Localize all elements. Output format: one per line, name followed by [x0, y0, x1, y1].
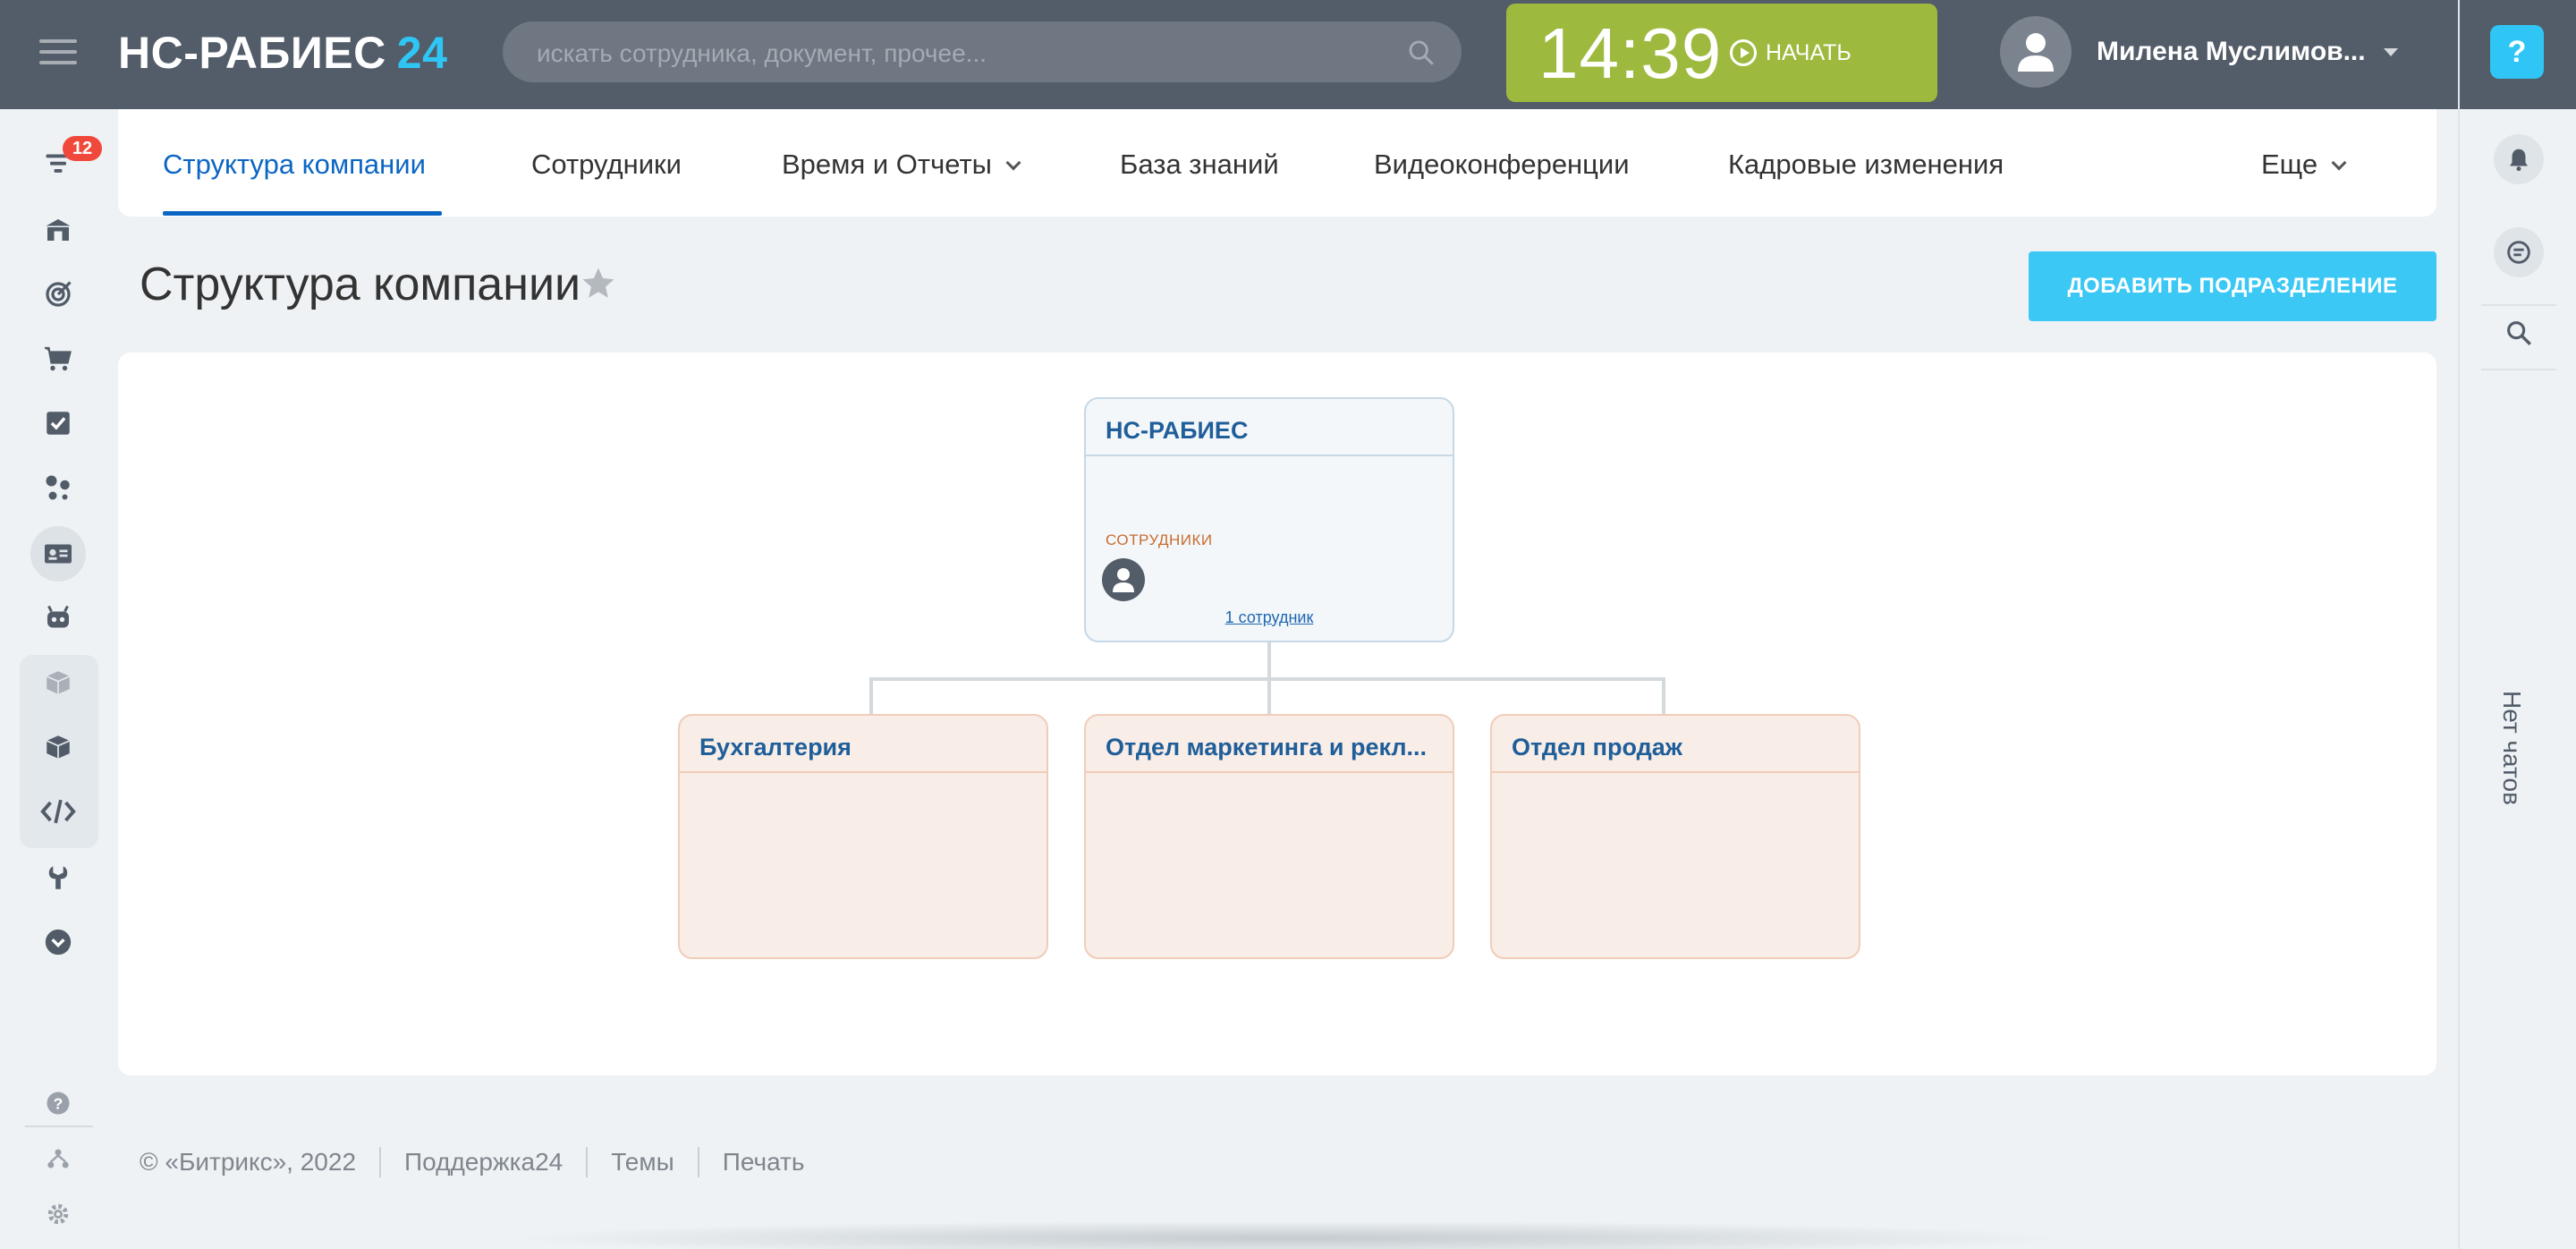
active-tab-indicator	[163, 211, 442, 216]
tab-hr-changes[interactable]: Кадровые изменения	[1728, 149, 2004, 181]
user-menu[interactable]: Милена Муслимов...	[2000, 16, 2398, 88]
copyright: © «Битрикс», 2022	[140, 1148, 357, 1176]
top-header: НС-РАБИЕС 24 искать сотрудника, документ,…	[0, 0, 2576, 109]
department-card-root[interactable]: НС-РАБИЕС СОТРУДНИКИ 1 сотрудник	[1084, 397, 1454, 642]
star-icon[interactable]	[580, 265, 617, 302]
box-dark-icon[interactable]	[30, 719, 86, 775]
department-card[interactable]: Отдел продаж	[1490, 714, 1860, 959]
bank-icon[interactable]	[30, 202, 86, 258]
sitemap-icon[interactable]	[30, 1131, 86, 1186]
connector-line	[1267, 677, 1271, 715]
divider	[379, 1147, 382, 1177]
cart-icon[interactable]	[30, 331, 86, 387]
user-name: Милена Муслимов...	[2097, 37, 2366, 66]
right-panel	[2458, 0, 2576, 1249]
question-icon[interactable]: ?	[30, 1075, 86, 1131]
bell-icon[interactable]	[2494, 134, 2544, 184]
tab-knowledge-base[interactable]: База знаний	[1120, 149, 1279, 181]
department-title[interactable]: Отдел маркетинга и рекл...	[1106, 734, 1436, 761]
robot-icon[interactable]	[30, 591, 86, 646]
chat-search-icon[interactable]	[2494, 227, 2544, 277]
notification-badge: 12	[63, 136, 102, 161]
bottom-shadow	[501, 1220, 2075, 1249]
avatar	[2000, 16, 2072, 88]
search-input[interactable]: искать сотрудника, документ, прочее...	[503, 21, 1462, 82]
employee-avatar[interactable]	[1102, 558, 1145, 601]
print-link[interactable]: Печать	[723, 1148, 805, 1177]
divider	[2481, 369, 2556, 370]
code-icon[interactable]	[30, 784, 86, 839]
connector-line	[1267, 641, 1271, 680]
footer: © «Битрикс», 2022 Поддержка24 Темы Печат…	[140, 1147, 804, 1177]
start-workday-button[interactable]: НАЧАТЬ	[1730, 39, 1852, 66]
divider	[2481, 304, 2556, 306]
divider	[1492, 771, 1859, 773]
top-tabs: Структура компании Сотрудники Время и От…	[118, 109, 2436, 217]
tab-time-reports-label: Время и Отчеты	[782, 149, 992, 180]
themes-link[interactable]: Темы	[611, 1148, 674, 1177]
divider	[697, 1147, 699, 1177]
clock-time: 14:39	[1538, 13, 1723, 93]
help-button[interactable]: ?	[2490, 25, 2544, 79]
play-icon	[1730, 39, 1757, 66]
logo-text: НС-РАБИЕС	[118, 28, 386, 78]
department-card[interactable]: Бухгалтерия	[678, 714, 1048, 959]
department-title[interactable]: Бухгалтерия	[699, 734, 1030, 761]
checkbox-icon[interactable]	[30, 395, 86, 451]
wrench-icon[interactable]	[30, 850, 86, 905]
network-icon[interactable]	[30, 460, 86, 515]
gear-icon[interactable]	[30, 1186, 86, 1242]
tab-video-conferences[interactable]: Видеоконференции	[1374, 149, 1630, 181]
employees-count-link[interactable]: 1 сотрудник	[1086, 608, 1453, 627]
search-icon[interactable]	[1406, 38, 1436, 68]
target-icon[interactable]	[30, 267, 86, 322]
start-label: НАЧАТЬ	[1766, 39, 1852, 65]
menu-burger-icon[interactable]	[39, 39, 77, 68]
add-department-button[interactable]: ДОБАВИТЬ ПОДРАЗДЕЛЕНИЕ	[2029, 251, 2436, 321]
left-sidebar: ?	[0, 109, 118, 1249]
tab-more[interactable]: Еще	[2261, 149, 2347, 181]
logo-number: 24	[396, 28, 448, 78]
divider	[586, 1147, 589, 1177]
page-title: Структура компании	[140, 259, 581, 310]
connector-line	[869, 677, 873, 715]
tab-time-reports[interactable]: Время и Отчеты	[782, 149, 1021, 181]
user-silhouette-icon	[2018, 33, 2054, 72]
box-icon[interactable]	[30, 655, 86, 710]
chevron-down-icon	[1005, 155, 1021, 171]
tab-employees[interactable]: Сотрудники	[531, 149, 682, 181]
search-placeholder: искать сотрудника, документ, прочее...	[537, 39, 987, 67]
divider	[1086, 455, 1453, 456]
employees-label: СОТРУДНИКИ	[1106, 531, 1213, 548]
chevron-down-icon	[2331, 155, 2347, 171]
portal-logo[interactable]: НС-РАБИЕС 24	[118, 27, 447, 79]
divider	[680, 771, 1046, 773]
tab-company-structure[interactable]: Структура компании	[163, 149, 426, 181]
divider	[1086, 771, 1453, 773]
user-silhouette-icon	[1113, 568, 1134, 592]
chevron-down-circle-icon[interactable]	[30, 914, 86, 970]
chevron-down-icon	[2383, 47, 2398, 56]
support-link[interactable]: Поддержка24	[404, 1148, 563, 1177]
workday-clock[interactable]: 14:39 НАЧАТЬ	[1506, 4, 1937, 102]
department-title[interactable]: Отдел продаж	[1512, 734, 1843, 761]
svg-text:?: ?	[54, 1094, 64, 1112]
contact-card-icon[interactable]	[30, 526, 86, 582]
search-icon[interactable]	[2494, 308, 2544, 358]
department-title[interactable]: НС-РАБИЕС	[1106, 417, 1436, 445]
department-card[interactable]: Отдел маркетинга и рекл...	[1084, 714, 1454, 959]
connector-line	[1662, 677, 1665, 715]
no-chats-label: Нет чатов	[2498, 691, 2526, 805]
tab-more-label: Еще	[2261, 149, 2318, 180]
